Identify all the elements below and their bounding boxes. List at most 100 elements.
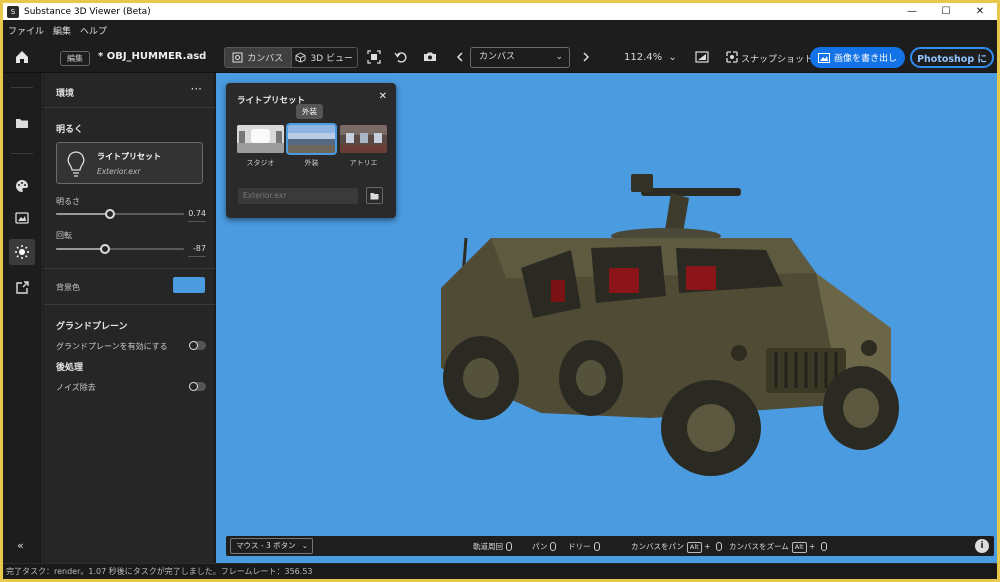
reset-view-icon[interactable] [394,50,408,64]
value-underline [188,221,206,222]
rail-divider [11,87,33,88]
ground-enable-toggle[interactable] [189,341,206,350]
maximize-button[interactable]: ☐ [929,3,963,20]
zoom-level[interactable]: 112.4% ⌄ [624,52,677,63]
menu-edit[interactable]: 編集 [53,24,71,37]
mouse-mode-select[interactable]: マウス - 3 ボタン ⌄ [230,538,313,554]
hint-orbit: 軌道周回 [473,541,512,552]
export-icon [16,281,29,294]
bg-color-swatch[interactable] [173,277,205,293]
mouse-right-icon [593,542,600,551]
light-preset-file: Exterior.exr [97,167,141,176]
light-preset-card[interactable]: ライトプリセット Exterior.exr [56,142,203,184]
view-mode-switch: カンバス 3D ビュー [224,47,358,68]
studio-preview-icon [237,125,284,153]
app-window: S Substance 3D Viewer (Beta) — ☐ ✕ ファイル … [3,3,997,579]
brightness-slider[interactable] [56,209,184,219]
denoise-toggle[interactable] [189,382,206,391]
zoom-value: 112.4% [624,52,663,63]
sun-icon [15,245,29,259]
hint-canvas-pan: カンバスをパン Alt + [631,541,722,553]
tab-canvas[interactable]: カンバス [225,48,292,67]
camera-settings-icon[interactable] [423,50,437,64]
3d-viewport[interactable]: ライトプリセット ✕ 外装 スタジオ 外装 アトリエ Exterior.exr … [216,73,997,563]
histogram-icon[interactable] [695,50,709,64]
slider-fill [56,213,110,215]
rail-assets[interactable] [9,110,35,136]
photoshop-label: Photoshop に [917,53,987,65]
atelier-preview-icon [340,125,387,153]
send-to-photoshop-button[interactable]: Photoshop に [910,47,994,68]
rotation-value[interactable]: -87 [193,244,206,253]
brightness-label: 明るさ [56,197,80,206]
chevron-left-icon[interactable] [453,50,467,64]
denoise-label: ノイズ除去 [56,383,96,392]
menu-file[interactable]: ファイル [8,24,44,37]
home-icon[interactable] [13,48,31,66]
mouse-middle-icon [715,542,722,551]
rotation-label: 回転 [56,231,72,240]
preset-file-input[interactable]: Exterior.exr [238,188,358,204]
canvas-select-value: カンバス [479,52,516,62]
chevron-down-icon: ⌄ [555,52,563,62]
preset-thumb-studio[interactable] [237,125,284,153]
window-controls: — ☐ ✕ [895,3,997,20]
close-window-button[interactable]: ✕ [963,3,997,20]
preset-tooltip: 外装 [296,104,323,119]
snapshot-label: スナップショット [741,55,814,65]
rail-materials[interactable] [9,173,35,199]
alt-key: Alt [686,542,702,553]
hint-pan: パン [532,541,557,552]
chevron-right-icon[interactable] [579,50,593,64]
toolbar: 編集 * OBJ_HUMMER.asd カンバス 3D ビュー カンバス ⌄ 1… [3,41,997,73]
canvas-select[interactable]: カンバス ⌄ [470,47,570,68]
image-export-icon [817,52,830,63]
rail-export[interactable] [9,275,35,301]
title-bar: S Substance 3D Viewer (Beta) — ☐ ✕ [3,3,997,20]
section-post-title: 後処理 [56,363,84,373]
export-image-label: 画像を書き出し [833,54,897,64]
tab-3d-view[interactable]: 3D ビュー [292,48,358,67]
app-icon: S [7,5,19,18]
render-image-icon [15,212,29,224]
menu-help[interactable]: ヘルプ [80,24,107,37]
hint-dolly: ドリー [568,541,600,552]
preset-thumb-exterior[interactable] [286,123,337,155]
navigation-hint-bar: マウス - 3 ボタン ⌄ 軌道周回 パン ドリー カンバスをパン Alt + カ… [226,536,994,556]
section-lighting-title: 明るく [56,125,84,135]
status-bar: 完了タスク：render。1.07 秒後にタスクが完了しました。フレームレート：… [3,563,997,579]
info-button[interactable]: i [975,539,989,553]
preset-thumb-atelier[interactable] [340,125,387,153]
popup-title: ライトプリセット [237,96,306,106]
hint-orbit-label: 軌道周回 [473,542,503,551]
collapse-panel-button[interactable]: « [17,539,24,552]
left-rail: « [3,73,43,563]
rail-environment[interactable] [9,239,35,265]
rail-render[interactable] [9,205,35,231]
brightness-value[interactable]: 0.74 [188,209,206,218]
window-title: Substance 3D Viewer (Beta) [24,6,151,17]
edit-badge[interactable]: 編集 [60,51,90,66]
slider-knob[interactable] [99,244,110,254]
cube-icon [296,52,306,63]
rail-divider [11,153,33,154]
panel-more-button[interactable]: ··· [191,82,202,96]
close-icon[interactable]: ✕ [379,91,387,102]
tab-3d-view-label: 3D ビュー [310,54,354,64]
minimize-button[interactable]: — [895,3,929,20]
hint-canvas-pan-label: カンバスをパン [631,542,684,551]
chevron-down-icon: ⌄ [301,541,308,550]
value-underline [188,256,206,257]
light-preset-popup: ライトプリセット ✕ 外装 スタジオ 外装 アトリエ Exterior.exr [226,83,396,218]
slider-knob[interactable] [104,209,115,219]
snapshot-button[interactable]: スナップショット [741,52,813,65]
light-preset-title: ライトプリセット [97,152,161,161]
snapshot-icon[interactable] [725,50,739,64]
frame-fit-icon[interactable] [367,50,381,64]
browse-folder-button[interactable] [366,187,383,204]
hummer-model[interactable] [421,168,901,478]
rotation-slider[interactable] [56,244,184,254]
export-image-button[interactable]: 画像を書き出し [810,47,905,68]
folder-icon [370,192,379,199]
mouse-left-icon [506,542,512,551]
